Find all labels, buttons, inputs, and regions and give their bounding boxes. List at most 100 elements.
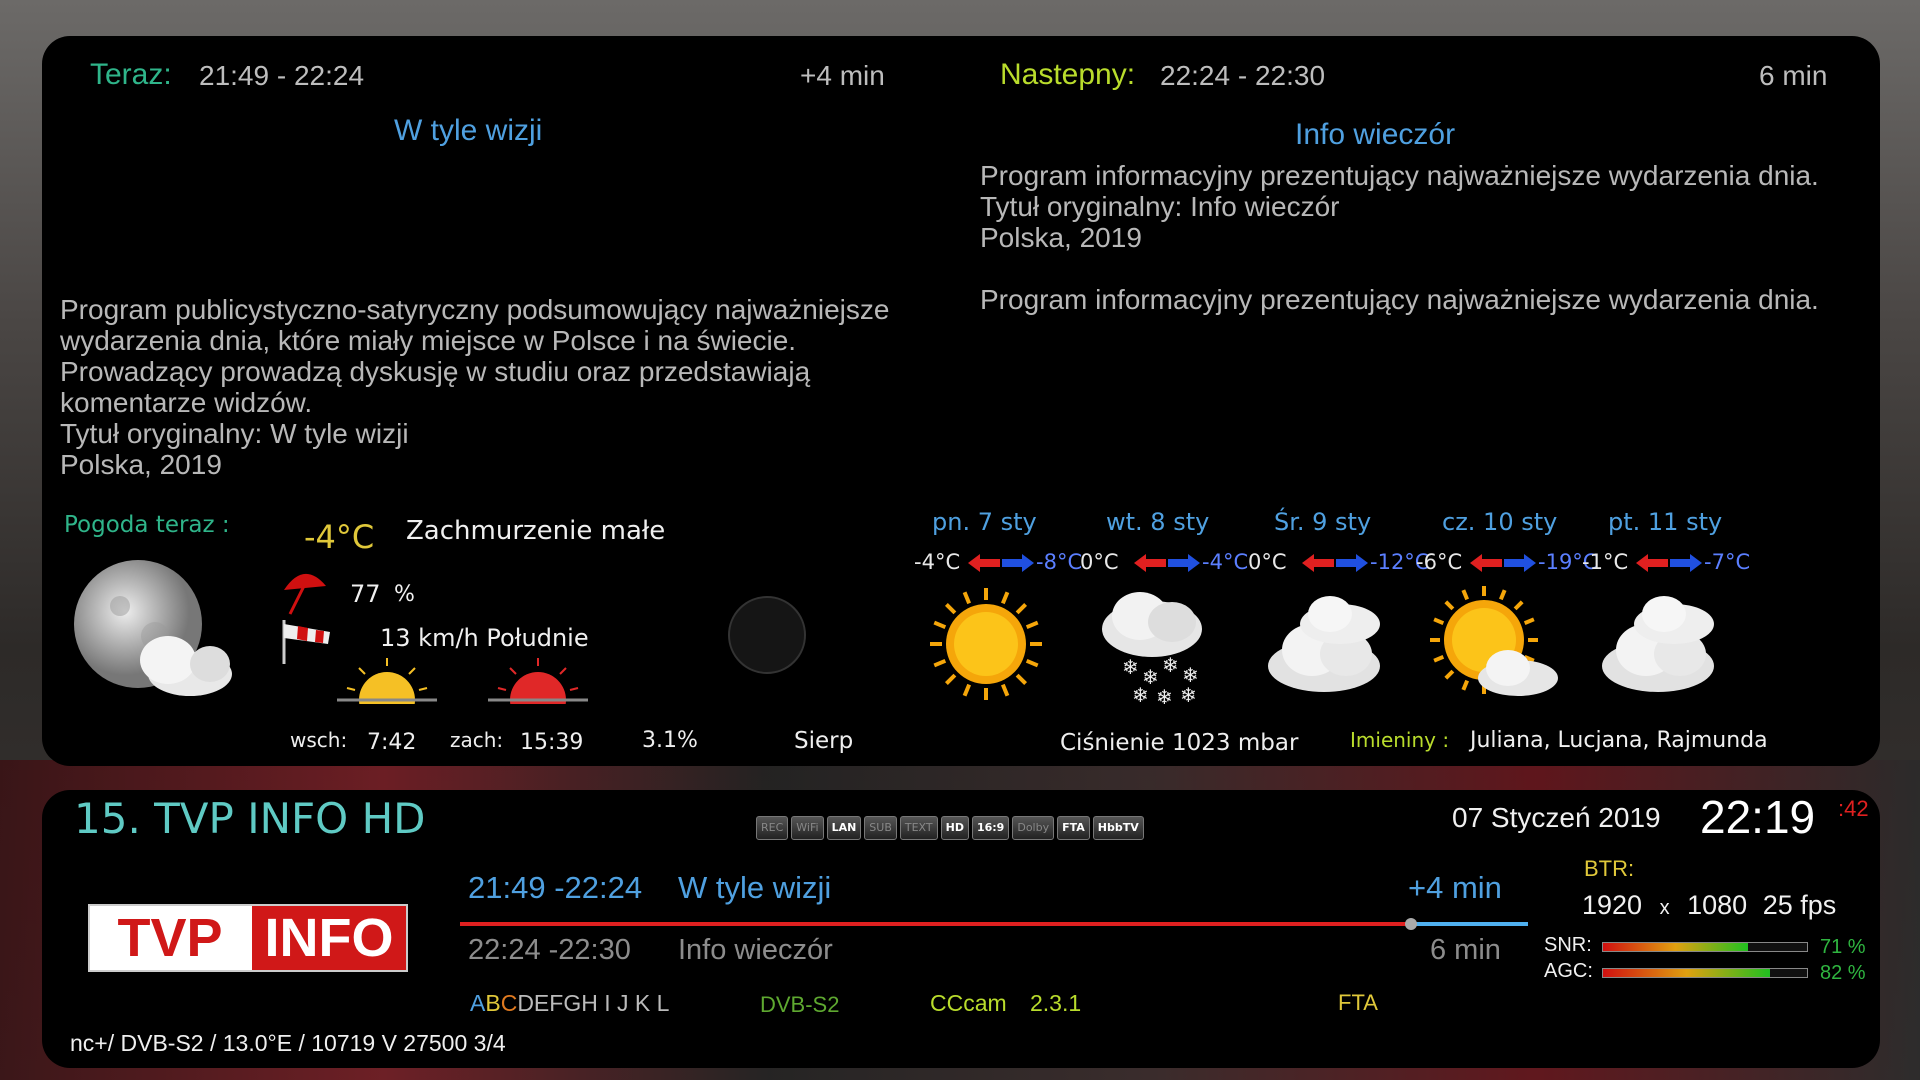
logo-tvp: TVP bbox=[117, 908, 223, 968]
snr-bar bbox=[1602, 942, 1808, 952]
cam-version: 2.3.1 bbox=[1030, 990, 1082, 1016]
tuner-info: nc+/ DVB-S2 / 13.0°E / 10719 V 27500 3/4 bbox=[70, 1030, 506, 1056]
forecast-low: 0°C bbox=[1248, 550, 1287, 574]
infobar-now-title: W tyle wizji bbox=[678, 870, 832, 905]
pressure-value: 1023 bbox=[1171, 730, 1231, 756]
snr-label: SNR: bbox=[1544, 934, 1592, 956]
forecast-high: -8°C bbox=[1036, 550, 1083, 574]
sunrise-icon bbox=[337, 658, 437, 704]
now-title: W tyle wizji bbox=[394, 114, 543, 147]
sunset-label: zach: bbox=[450, 728, 504, 752]
fps: 25 fps bbox=[1762, 890, 1837, 920]
letter-c: C bbox=[500, 990, 518, 1016]
temp-arrows-icon bbox=[968, 554, 1034, 572]
infobar-next-time: 22:24 -22:30 bbox=[468, 934, 631, 966]
clock-seconds: :42 bbox=[1838, 796, 1869, 821]
date: 07 Styczeń 2019 bbox=[1452, 802, 1661, 833]
precipitation: 3.1% bbox=[642, 728, 698, 753]
btr-label: BTR: bbox=[1584, 856, 1635, 881]
agc-label: AGC: bbox=[1544, 960, 1593, 982]
weather-now-label: Pogoda teraz : bbox=[64, 512, 230, 538]
progress-knob bbox=[1404, 918, 1417, 930]
channel-name: 15. TVP INFO HD bbox=[74, 794, 426, 843]
forecast-day-label: wt. 8 sty bbox=[1106, 508, 1210, 536]
infobar-now-extra: +4 min bbox=[1408, 870, 1502, 905]
next-label: Nastepny: bbox=[1000, 58, 1136, 91]
sunset-time: 15:39 bbox=[520, 730, 584, 755]
channel-logo: TVP INFO bbox=[88, 904, 408, 972]
windsock-icon bbox=[282, 620, 330, 664]
agc-value: 82 % bbox=[1820, 962, 1866, 984]
clock: 22:19 bbox=[1700, 791, 1816, 843]
snr-bar-fill bbox=[1603, 943, 1748, 951]
next-title: Info wieczór bbox=[1295, 118, 1456, 151]
cam-name: CCcam bbox=[930, 990, 1007, 1016]
infobar-now-time: 21:49 -22:24 bbox=[468, 870, 643, 905]
humidity-value: 77 bbox=[350, 580, 381, 608]
badge-dolby: Dolby bbox=[1012, 816, 1055, 840]
snow-cloud-icon: ❄ ❄❄ ❄❄ ❄ ❄ bbox=[1102, 592, 1202, 709]
svg-text:❄: ❄ bbox=[1122, 657, 1139, 679]
letter-b: B bbox=[485, 990, 501, 1016]
svg-text:❄: ❄ bbox=[1182, 665, 1199, 687]
progress-bar bbox=[460, 918, 1528, 930]
forecast-low: -6°C bbox=[1416, 550, 1463, 574]
forecast-day-label: pt. 11 sty bbox=[1608, 508, 1723, 536]
forecast-low: -1°C bbox=[1582, 550, 1629, 574]
cloud-icon bbox=[1602, 596, 1714, 692]
crypt-status: FTA bbox=[1338, 990, 1378, 1015]
next-description-text: Program informacyjny prezentujący najważ… bbox=[980, 160, 1819, 191]
temp-arrows-icon bbox=[1134, 554, 1200, 572]
wind-info: 13 km/h Południe bbox=[380, 624, 589, 652]
next-duration: 6 min bbox=[1759, 60, 1828, 91]
forecast-high: -7°C bbox=[1704, 550, 1751, 574]
agc-bar bbox=[1602, 968, 1808, 978]
next-time: 22:24 - 22:30 bbox=[1160, 60, 1326, 91]
badge-wifi: WiFi bbox=[791, 816, 824, 840]
sun-cloud-icon bbox=[1430, 586, 1558, 696]
progress-elapsed bbox=[460, 922, 1411, 926]
sunrise-label: wsch: bbox=[290, 728, 348, 752]
badge-fta: FTA bbox=[1057, 816, 1090, 840]
svg-text:❄: ❄ bbox=[1156, 687, 1173, 709]
sunset-icon bbox=[488, 658, 588, 704]
badge-sub: SUB bbox=[864, 816, 897, 840]
res-height: 1080 bbox=[1687, 890, 1748, 920]
temp-arrows-icon bbox=[1302, 554, 1368, 572]
badge-169: 16:9 bbox=[971, 816, 1010, 840]
now-label: Teraz: bbox=[90, 58, 172, 91]
forecast-low: 0°C bbox=[1080, 550, 1119, 574]
moon-cloud-icon bbox=[74, 560, 232, 696]
agc-bar-fill bbox=[1603, 969, 1771, 977]
current-temp: -4°C bbox=[304, 518, 375, 556]
now-extra: +4 min bbox=[800, 60, 885, 91]
progress-remaining bbox=[1410, 922, 1528, 926]
infobar-panel: 15. TVP INFO HD TVP INFO REC WiFi LAN SUB TE… bbox=[42, 790, 1880, 1068]
cloud-icon bbox=[1268, 596, 1380, 692]
umbrella-icon bbox=[284, 573, 326, 615]
temp-arrows-icon bbox=[1470, 554, 1536, 572]
now-time: 21:49 - 22:24 bbox=[199, 60, 365, 91]
weather-condition: Zachmurzenie małe bbox=[406, 516, 666, 546]
res-width: 1920 bbox=[1582, 890, 1643, 920]
now-country: Polska, 2019 bbox=[60, 449, 222, 480]
svg-text:❄: ❄ bbox=[1162, 655, 1179, 677]
next-country: Polska, 2019 bbox=[980, 222, 1142, 253]
namedays: Juliana, Lucjana, Rajmunda bbox=[1470, 728, 1768, 753]
now-description: Program publicystyczno-satyryczny podsum… bbox=[60, 294, 940, 480]
next-orig-title: Tytuł oryginalny: Info wieczór bbox=[980, 191, 1340, 222]
next-description: Program informacyjny prezentujący najważ… bbox=[980, 160, 1860, 315]
pressure-unit: mbar bbox=[1237, 730, 1299, 756]
badge-hd: HD bbox=[940, 816, 969, 840]
badge-text: TEXT bbox=[899, 816, 938, 840]
svg-text:❄: ❄ bbox=[1180, 685, 1197, 707]
svg-text:❄: ❄ bbox=[1132, 685, 1149, 707]
forecast-low: -4°C bbox=[914, 550, 961, 574]
humidity-unit: % bbox=[394, 582, 415, 607]
temp-arrows-icon bbox=[1636, 554, 1702, 572]
sunrise-time: 7:42 bbox=[367, 730, 417, 755]
infobar-next-title: Info wieczór bbox=[678, 934, 833, 966]
next-description-2: Program informacyjny prezentujący najważ… bbox=[980, 284, 1819, 315]
moon-phase-icon bbox=[728, 596, 806, 674]
now-description-text: Program publicystyczno-satyryczny podsum… bbox=[60, 294, 890, 418]
